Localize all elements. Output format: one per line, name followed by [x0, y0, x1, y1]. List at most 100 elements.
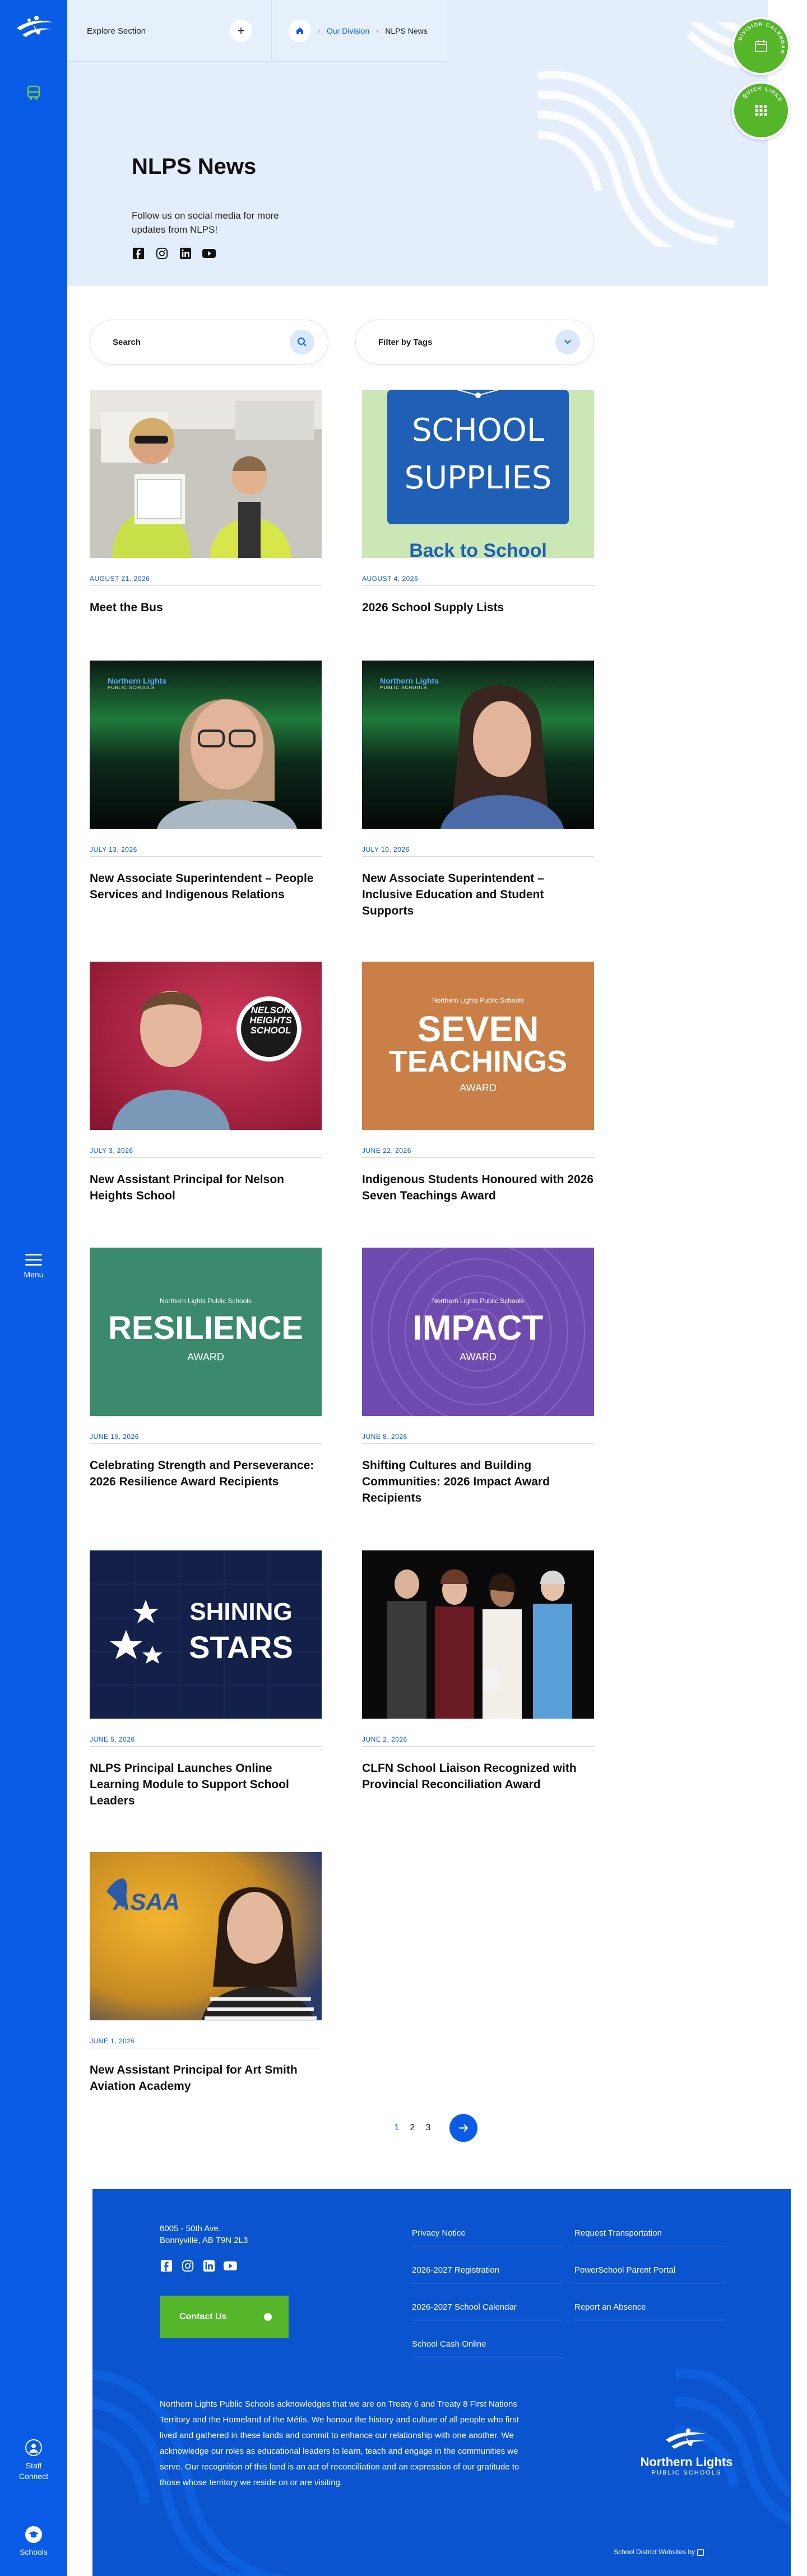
footer-link-powerschool-portal[interactable]: PowerSchool Parent Portal	[574, 2265, 726, 2283]
footer-link-report-absence[interactable]: Report an Absence	[574, 2302, 726, 2320]
stars-label: STARS	[189, 1629, 293, 1665]
news-date: JUNE 5, 2026	[90, 1735, 322, 1747]
news-title[interactable]: New Assistant Principal for Nelson Heigh…	[90, 1171, 322, 1204]
search-icon[interactable]	[290, 330, 314, 354]
news-title[interactable]: Shifting Cultures and Building Communiti…	[362, 1457, 594, 1506]
facebook-icon[interactable]	[160, 2259, 173, 2273]
linkedin-icon[interactable]	[179, 247, 192, 260]
page-3-link[interactable]: 3	[424, 2123, 433, 2133]
news-card[interactable]: ASAA JUNE 1, 2026 New Assistant Principa…	[90, 1852, 322, 2094]
news-card[interactable]: JUNE 2, 2026 CLFN School Liaison Recogni…	[362, 1550, 594, 1793]
news-card[interactable]: AUGUST 21, 2026 Meet the Bus	[90, 390, 322, 616]
home-icon[interactable]	[289, 19, 311, 42]
news-title[interactable]: New Associate Superintendent – Inclusive…	[362, 870, 594, 919]
explore-section-toggle[interactable]: Explore Section +	[67, 0, 272, 62]
news-thumbnail[interactable]	[90, 390, 322, 558]
contact-us-label: Contact Us	[179, 2312, 227, 2321]
vendor-logo-icon	[697, 2549, 704, 2556]
footer-link-registration[interactable]: 2026-2027 Registration	[412, 2265, 563, 2283]
news-thumbnail[interactable]: ASAA	[90, 1852, 322, 2020]
news-title[interactable]: Celebrating Strength and Perseverance: 2…	[90, 1457, 322, 1490]
footer-decorative-waves	[92, 2368, 791, 2576]
chevron-down-icon	[555, 330, 580, 354]
award-title: RESILIENCE	[108, 1310, 304, 1346]
menu-button[interactable]: Menu	[0, 1250, 67, 1279]
news-thumbnail[interactable]: Northern Lights Public Schools SEVEN TEA…	[362, 962, 594, 1130]
news-card[interactable]: SHINING STARS JUNE 5, 2026 NLPS Principa…	[90, 1550, 322, 1809]
staff-connect-label: Staff Connect	[18, 2461, 49, 2481]
news-title[interactable]: New Assistant Principal for Art Smith Av…	[90, 2062, 322, 2094]
news-title[interactable]: Indigenous Students Honoured with 2026 S…	[362, 1171, 594, 1204]
news-thumbnail[interactable]: SHINING STARS	[90, 1550, 322, 1719]
nelson-heights-logo: NELSON HEIGHTS SCHOOL	[249, 1005, 292, 1036]
award-group-photo	[362, 1550, 594, 1719]
nlps-watermark: Northern Lights PUBLIC SCHOOLS	[380, 676, 439, 690]
news-thumbnail[interactable]: NELSON HEIGHTS SCHOOL	[90, 962, 322, 1130]
page-2-link[interactable]: 2	[408, 2123, 417, 2133]
graduation-cap-icon	[25, 2526, 42, 2543]
shining-label: SHINING	[189, 1598, 293, 1626]
news-thumbnail[interactable]: Northern Lights Public Schools IMPACT AW…	[362, 1248, 594, 1416]
news-thumbnail[interactable]: Northern Lights PUBLIC SCHOOLS	[362, 661, 594, 829]
news-card[interactable]: Northern Lights Public Schools SEVEN TEA…	[362, 962, 594, 1204]
search-input[interactable]: Search	[90, 320, 328, 364]
hero-social-links	[132, 247, 216, 260]
footer-link-privacy-notice[interactable]: Privacy Notice	[412, 2228, 563, 2246]
page-title: NLPS News	[132, 154, 257, 179]
instagram-icon[interactable]	[181, 2259, 194, 2273]
footer-link-school-calendar[interactable]: 2026-2027 School Calendar	[412, 2302, 563, 2320]
instagram-icon[interactable]	[155, 247, 169, 260]
news-card[interactable]: Northern Lights PUBLIC SCHOOLS JULY 13, …	[90, 661, 322, 903]
bus-icon[interactable]	[25, 84, 42, 101]
linkedin-icon[interactable]	[202, 2259, 216, 2273]
news-title[interactable]: Meet the Bus	[90, 599, 322, 616]
news-title[interactable]: NLPS Principal Launches Online Learning …	[90, 1760, 322, 1809]
breadcrumb-link-our-division[interactable]: Our Division	[327, 26, 369, 35]
news-title[interactable]: 2026 School Supply Lists	[362, 599, 594, 616]
staff-connect-link[interactable]: Staff Connect	[0, 2439, 67, 2482]
award-label: AWARD	[187, 1351, 224, 1363]
youtube-icon[interactable]	[224, 2259, 237, 2273]
contact-us-button[interactable]: Contact Us	[160, 2296, 289, 2338]
schools-link[interactable]: Schools	[0, 2526, 67, 2556]
news-card[interactable]: NELSON HEIGHTS SCHOOL JULY 3, 2026 New A…	[90, 962, 322, 1204]
division-calendar-button[interactable]: DIVISION CALENDAR	[732, 17, 790, 75]
news-card[interactable]: SCHOOL SUPPLIES Back to School AUGUST 4,…	[362, 390, 594, 616]
footer-link-request-transportation[interactable]: Request Transportation	[574, 2228, 726, 2246]
sidebar: Menu Staff Connect Schools	[0, 0, 67, 2576]
page-1-link[interactable]: 1	[392, 2123, 401, 2133]
news-thumbnail[interactable]: SCHOOL SUPPLIES Back to School	[362, 390, 594, 558]
footer-link-school-cash-online[interactable]: School Cash Online	[412, 2339, 563, 2357]
plus-icon[interactable]: +	[230, 20, 252, 42]
nlps-watermark: Northern Lights PUBLIC SCHOOLS	[108, 676, 166, 690]
pagination: 1 2 3	[392, 2114, 477, 2142]
district-logo[interactable]	[11, 12, 56, 46]
arrow-right-icon	[459, 2124, 469, 2132]
youtube-icon[interactable]	[202, 247, 216, 260]
award-label: AWARD	[460, 1351, 497, 1363]
facebook-icon[interactable]	[132, 247, 145, 260]
news-date: JULY 3, 2026	[90, 1147, 322, 1158]
news-thumbnail[interactable]: Northern Lights Public Schools RESILIENC…	[90, 1248, 322, 1416]
news-date: AUGUST 4, 2026	[362, 575, 594, 586]
news-title[interactable]: New Associate Superintendent – People Se…	[90, 870, 322, 903]
news-title[interactable]: CLFN School Liaison Recognized with Prov…	[362, 1760, 594, 1793]
filter-by-tags-label: Filter by Tags	[378, 337, 433, 347]
award-org-label: Northern Lights Public Schools	[432, 1297, 525, 1305]
menu-label: Menu	[24, 1270, 44, 1279]
filter-by-tags-dropdown[interactable]: Filter by Tags	[355, 320, 594, 364]
news-thumbnail[interactable]: Northern Lights PUBLIC SCHOOLS	[90, 661, 322, 829]
footer-logo[interactable]: Northern Lights PUBLIC SCHOOLS	[630, 2427, 743, 2483]
news-thumbnail[interactable]	[362, 1550, 594, 1719]
portrait-photo	[90, 1852, 322, 2020]
next-page-button[interactable]	[449, 2114, 477, 2142]
news-card[interactable]: Northern Lights Public Schools RESILIENC…	[90, 1248, 322, 1490]
news-card[interactable]: Northern Lights PUBLIC SCHOOLS JULY 10, …	[362, 661, 594, 919]
svg-text:QUICK LINKS: QUICK LINKS	[741, 86, 783, 103]
news-card[interactable]: Northern Lights Public Schools IMPACT AW…	[362, 1248, 594, 1506]
schools-label: Schools	[20, 2547, 48, 2556]
footer-credit[interactable]: School District Websites by	[614, 2548, 704, 2556]
news-date: JUNE 15, 2026	[90, 1433, 322, 1444]
quick-links-button[interactable]: QUICK LINKS	[732, 81, 790, 140]
asaa-logo: ASAA	[113, 1889, 180, 1915]
